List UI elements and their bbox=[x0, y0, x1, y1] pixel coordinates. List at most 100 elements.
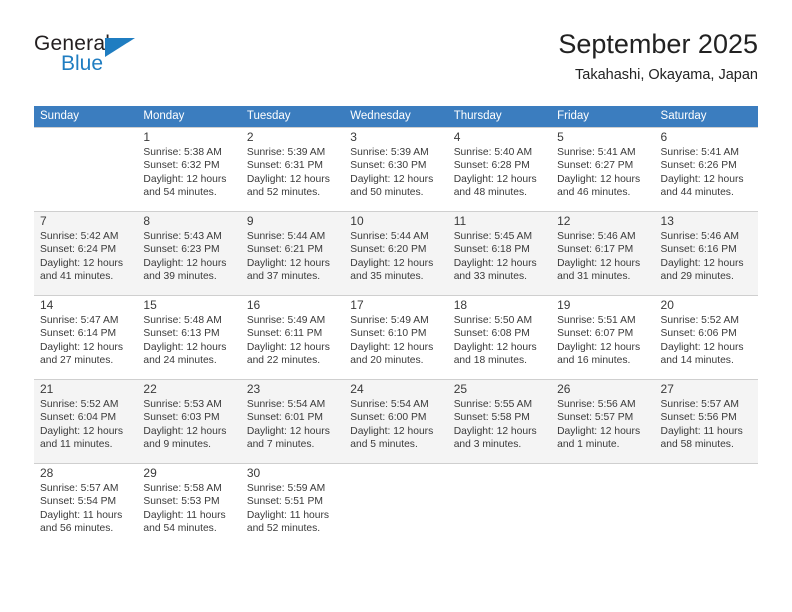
day-info: Sunrise: 5:39 AM Sunset: 6:30 PM Daylight:… bbox=[350, 146, 442, 199]
daylight-text-line1: Daylight: 12 hours bbox=[40, 425, 123, 437]
day-info: Sunrise: 5:55 AM Sunset: 5:58 PM Daylight:… bbox=[454, 398, 546, 451]
day-cell[interactable]: 25 Sunrise: 5:55 AM Sunset: 5:58 PM Dayligh… bbox=[447, 379, 552, 463]
daylight-text-line1: Daylight: 12 hours bbox=[557, 425, 641, 437]
sunset-text: Sunset: 6:11 PM bbox=[246, 328, 323, 340]
day-cell-inner: 1 Sunrise: 5:38 AM Sunset: 6:32 PM Daylight… bbox=[137, 127, 241, 211]
day-cell[interactable] bbox=[551, 463, 655, 547]
day-number: 10 bbox=[350, 214, 364, 228]
general-blue-logo[interactable]: General Blue bbox=[34, 32, 149, 84]
day-cell[interactable]: 18 Sunrise: 5:50 AM Sunset: 6:08 PM Dayligh… bbox=[447, 295, 552, 379]
day-cell[interactable]: 13 Sunrise: 5:46 AM Sunset: 6:16 PM Dayligh… bbox=[654, 211, 758, 295]
calendar-week-row: 28 Sunrise: 5:57 AM Sunset: 5:54 PM Dayligh… bbox=[34, 463, 758, 547]
day-cell[interactable]: 16 Sunrise: 5:49 AM Sunset: 6:11 PM Dayligh… bbox=[240, 295, 345, 379]
day-cell[interactable]: 24 Sunrise: 5:54 AM Sunset: 6:00 PM Dayligh… bbox=[344, 379, 448, 463]
day-cell-inner: 27 Sunrise: 5:57 AM Sunset: 5:56 PM Dayligh… bbox=[654, 379, 758, 463]
sunset-text: Sunset: 5:58 PM bbox=[453, 412, 530, 424]
daylight-text-line1: Daylight: 12 hours bbox=[143, 173, 227, 185]
day-info: Sunrise: 5:43 AM Sunset: 6:23 PM Daylight:… bbox=[143, 230, 235, 283]
sunrise-text: Sunrise: 5:55 AM bbox=[453, 399, 533, 410]
day-cell-inner: 29 Sunrise: 5:58 AM Sunset: 5:53 PM Dayligh… bbox=[137, 463, 241, 547]
day-cell[interactable]: 2 Sunrise: 5:39 AM Sunset: 6:31 PM Daylight… bbox=[240, 127, 345, 211]
sunrise-text: Sunrise: 5:49 AM bbox=[350, 315, 429, 326]
day-number: 18 bbox=[453, 298, 468, 312]
day-cell-inner bbox=[34, 127, 138, 211]
sunrise-text: Sunrise: 5:51 AM bbox=[557, 315, 636, 326]
day-cell[interactable]: 27 Sunrise: 5:57 AM Sunset: 5:56 PM Dayligh… bbox=[654, 379, 758, 463]
day-cell[interactable]: 11 Sunrise: 5:45 AM Sunset: 6:18 PM Dayligh… bbox=[447, 211, 552, 295]
weekday-header-saturday: Saturday bbox=[654, 106, 758, 127]
day-info: Sunrise: 5:52 AM Sunset: 6:06 PM Daylight:… bbox=[661, 314, 753, 367]
daylight-text-line1: Daylight: 12 hours bbox=[557, 173, 641, 185]
triangle-logo-icon bbox=[105, 38, 135, 57]
day-number: 4 bbox=[453, 130, 461, 144]
day-cell[interactable]: 21 Sunrise: 5:52 AM Sunset: 6:04 PM Dayligh… bbox=[34, 379, 138, 463]
day-number: 3 bbox=[350, 130, 357, 144]
day-cell[interactable] bbox=[654, 463, 758, 547]
day-cell[interactable] bbox=[447, 463, 552, 547]
sunset-text: Sunset: 6:07 PM bbox=[557, 328, 634, 340]
day-cell[interactable]: 12 Sunrise: 5:46 AM Sunset: 6:17 PM Dayligh… bbox=[551, 211, 655, 295]
day-cell[interactable]: 14 Sunrise: 5:47 AM Sunset: 6:14 PM Dayligh… bbox=[34, 295, 138, 379]
day-cell[interactable]: 5 Sunrise: 5:41 AM Sunset: 6:27 PM Daylight… bbox=[551, 127, 655, 211]
day-cell[interactable]: 29 Sunrise: 5:58 AM Sunset: 5:53 PM Dayligh… bbox=[137, 463, 241, 547]
daylight-text-line1: Daylight: 12 hours bbox=[246, 341, 330, 353]
day-cell[interactable]: 7 Sunrise: 5:42 AM Sunset: 6:24 PM Daylight… bbox=[34, 211, 138, 295]
day-cell[interactable]: 9 Sunrise: 5:44 AM Sunset: 6:21 PM Daylight… bbox=[240, 211, 345, 295]
sunset-text: Sunset: 6:00 PM bbox=[350, 412, 427, 424]
day-info: Sunrise: 5:45 AM Sunset: 6:18 PM Daylight:… bbox=[454, 230, 546, 283]
daylight-text-line1: Daylight: 12 hours bbox=[453, 425, 537, 437]
day-cell[interactable]: 10 Sunrise: 5:44 AM Sunset: 6:20 PM Dayligh… bbox=[344, 211, 448, 295]
sunset-text: Sunset: 6:18 PM bbox=[453, 244, 530, 256]
day-cell[interactable] bbox=[344, 463, 448, 547]
day-number: 7 bbox=[40, 214, 47, 228]
day-cell[interactable]: 8 Sunrise: 5:43 AM Sunset: 6:23 PM Daylight… bbox=[137, 211, 241, 295]
day-cell[interactable]: 20 Sunrise: 5:52 AM Sunset: 6:06 PM Dayligh… bbox=[654, 295, 758, 379]
daylight-text-line1: Daylight: 12 hours bbox=[40, 341, 123, 353]
day-cell-inner: 17 Sunrise: 5:49 AM Sunset: 6:10 PM Dayligh… bbox=[344, 295, 448, 379]
day-cell[interactable]: 15 Sunrise: 5:48 AM Sunset: 6:13 PM Dayligh… bbox=[137, 295, 241, 379]
daylight-text-line2: and 11 minutes. bbox=[40, 438, 113, 450]
day-cell[interactable]: 1 Sunrise: 5:38 AM Sunset: 6:32 PM Daylight… bbox=[137, 127, 241, 211]
daylight-text-line2: and 44 minutes. bbox=[660, 186, 734, 198]
day-cell[interactable]: 28 Sunrise: 5:57 AM Sunset: 5:54 PM Dayligh… bbox=[34, 463, 138, 547]
day-number: 23 bbox=[246, 382, 261, 396]
day-cell[interactable]: 19 Sunrise: 5:51 AM Sunset: 6:07 PM Dayligh… bbox=[551, 295, 655, 379]
day-cell[interactable]: 22 Sunrise: 5:53 AM Sunset: 6:03 PM Dayligh… bbox=[137, 379, 241, 463]
daylight-text-line1: Daylight: 12 hours bbox=[40, 257, 123, 269]
sunset-text: Sunset: 5:57 PM bbox=[557, 412, 634, 424]
day-info: Sunrise: 5:53 AM Sunset: 6:03 PM Daylight:… bbox=[143, 398, 235, 451]
day-cell[interactable]: 17 Sunrise: 5:49 AM Sunset: 6:10 PM Dayligh… bbox=[344, 295, 448, 379]
day-cell-inner: 15 Sunrise: 5:48 AM Sunset: 6:13 PM Dayligh… bbox=[137, 295, 241, 379]
day-cell[interactable]: 23 Sunrise: 5:54 AM Sunset: 6:01 PM Dayligh… bbox=[240, 379, 345, 463]
day-info: Sunrise: 5:52 AM Sunset: 6:04 PM Daylight:… bbox=[40, 398, 132, 451]
month-calendar: Sunday Monday Tuesday Wednesday Thursday… bbox=[34, 106, 758, 547]
daylight-text-line2: and 31 minutes. bbox=[557, 270, 631, 282]
day-cell[interactable]: 3 Sunrise: 5:39 AM Sunset: 6:30 PM Daylight… bbox=[344, 127, 448, 211]
page-header: General Blue September 2025 Takahashi, O… bbox=[34, 28, 758, 98]
sunrise-text: Sunrise: 5:54 AM bbox=[350, 399, 429, 410]
daylight-text-line2: and 20 minutes. bbox=[350, 354, 424, 366]
day-cell[interactable]: 30 Sunrise: 5:59 AM Sunset: 5:51 PM Dayligh… bbox=[240, 463, 345, 547]
sunset-text: Sunset: 6:01 PM bbox=[246, 412, 323, 424]
day-number: 8 bbox=[143, 214, 151, 228]
day-info: Sunrise: 5:57 AM Sunset: 5:56 PM Daylight:… bbox=[661, 398, 753, 451]
daylight-text-line1: Daylight: 12 hours bbox=[143, 257, 227, 269]
weekday-header-row: Sunday Monday Tuesday Wednesday Thursday… bbox=[34, 106, 758, 127]
daylight-text-line2: and 46 minutes. bbox=[557, 186, 631, 198]
day-cell[interactable]: 6 Sunrise: 5:41 AM Sunset: 6:26 PM Daylight… bbox=[654, 127, 758, 211]
day-info: Sunrise: 5:49 AM Sunset: 6:11 PM Daylight:… bbox=[247, 314, 339, 367]
sunset-text: Sunset: 6:08 PM bbox=[453, 328, 530, 340]
daylight-text-line2: and 52 minutes. bbox=[246, 186, 321, 198]
sunset-text: Sunset: 6:16 PM bbox=[660, 244, 737, 256]
day-cell[interactable]: 4 Sunrise: 5:40 AM Sunset: 6:28 PM Daylight… bbox=[447, 127, 552, 211]
daylight-text-line2: and 22 minutes. bbox=[246, 354, 321, 366]
day-cell[interactable]: 26 Sunrise: 5:56 AM Sunset: 5:57 PM Dayligh… bbox=[551, 379, 655, 463]
day-number: 30 bbox=[246, 466, 261, 480]
day-cell[interactable] bbox=[34, 127, 138, 211]
sunrise-text: Sunrise: 5:46 AM bbox=[660, 231, 739, 242]
daylight-text-line1: Daylight: 12 hours bbox=[143, 341, 227, 353]
day-number: 15 bbox=[143, 298, 157, 312]
calendar-week-row: 21 Sunrise: 5:52 AM Sunset: 6:04 PM Dayligh… bbox=[34, 379, 758, 463]
sunset-text: Sunset: 6:30 PM bbox=[350, 160, 427, 172]
sunrise-text: Sunrise: 5:39 AM bbox=[246, 147, 326, 158]
